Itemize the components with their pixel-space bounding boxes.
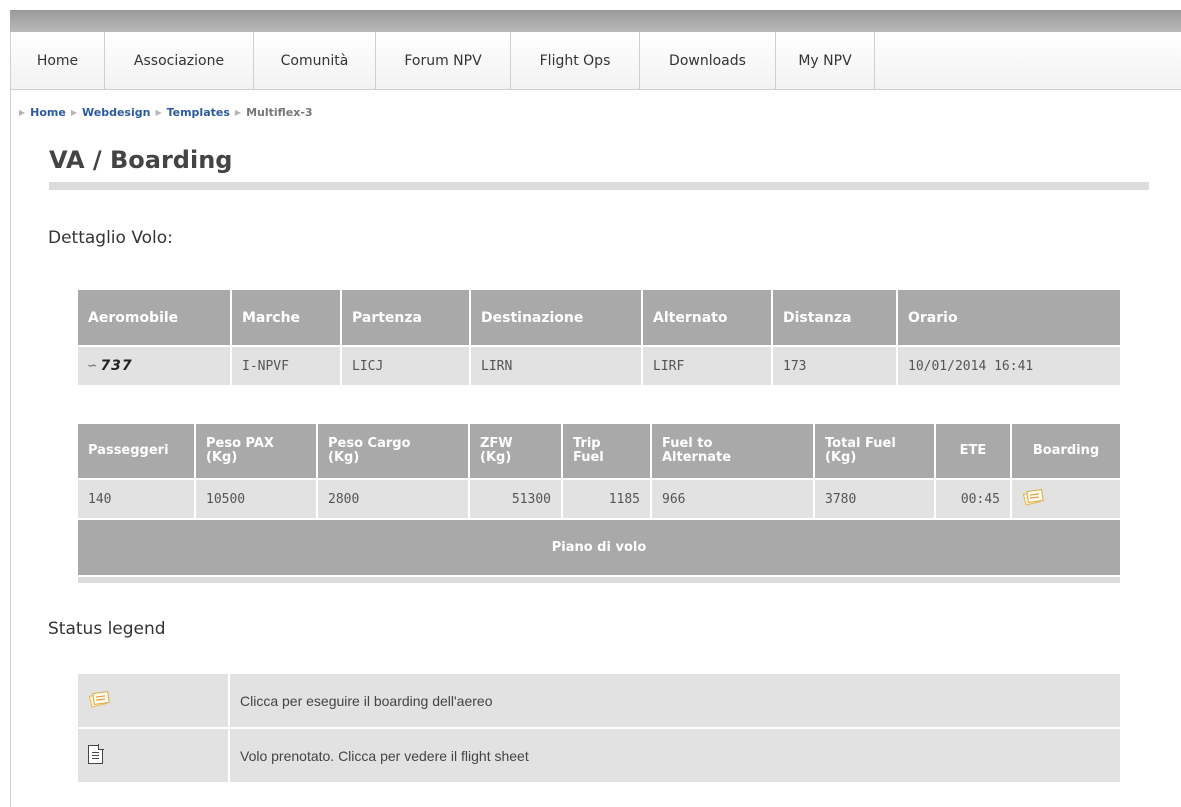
table-header-row: Passeggeri Peso PAX (Kg) Peso Cargo (Kg) Z… [78,424,1120,478]
boeing-logo-icon: ∽ 737 [88,358,133,374]
breadcrumb-templates[interactable]: Templates [167,106,230,119]
boarding-pass-icon [88,690,110,708]
cell-passengers: 140 [78,478,196,518]
nav-item-home[interactable]: Home [11,32,105,90]
nav-item-flight-ops[interactable]: Flight Ops [511,32,640,90]
document-icon [88,743,104,764]
col-header-partenza: Partenza [342,290,471,345]
col-header-destinazione: Destinazione [471,290,643,345]
legend-text-booked: Volo prenotato. Clicca per vedere il fli… [230,727,1120,782]
nav-item-my-npv[interactable]: My NPV [776,32,875,90]
page-container: Home Associazione Comunità Forum NPV Fli… [10,32,1181,807]
table-row: Clicca per eseguire il boarding dell'aer… [78,672,1120,727]
cell-time: 10/01/2014 16:41 [898,345,1120,385]
flight-plan-button[interactable]: Piano di volo [78,520,1120,575]
breadcrumb-webdesign[interactable]: Webdesign [82,106,150,119]
col-header-peso-pax: Peso PAX (Kg) [196,424,318,478]
col-header-boarding: Boarding [1012,424,1120,478]
section-title-flight-detail: Dettaglio Volo: [48,228,173,248]
cell-trip-fuel: 1185 [563,478,652,518]
cell-departure: LICJ [342,345,471,385]
col-header-aeromobile: Aeromobile [78,290,232,345]
cell-distance: 173 [773,345,898,385]
cell-cargo-weight: 2800 [318,478,470,518]
cell-alternate: LIRF [643,345,773,385]
breadcrumb-arrow-icon: ▶ [19,108,26,117]
boeing-swirl-icon: ∽ [88,358,97,374]
col-header-peso-cargo: Peso Cargo (Kg) [318,424,470,478]
col-header-passeggeri: Passeggeri [78,424,196,478]
nav-item-forum-npv[interactable]: Forum NPV [376,32,511,90]
nav-item-comunita[interactable]: Comunità [254,32,376,90]
status-legend-table: Clicca per eseguire il boarding dell'aer… [78,672,1120,782]
breadcrumb-home[interactable]: Home [30,106,66,119]
nav-item-associazione[interactable]: Associazione [105,32,254,90]
cell-registration: I-NPVF [232,345,342,385]
table-row: Volo prenotato. Clicca per vedere il fli… [78,727,1120,782]
col-header-total-fuel: Total Fuel (Kg) [815,424,936,478]
breadcrumb-arrow-icon: ▶ [155,108,162,117]
col-header-distanza: Distanza [773,290,898,345]
breadcrumb-current: Multiflex-3 [246,106,313,119]
legend-icon-cell [78,727,230,782]
title-divider [49,182,1149,190]
col-header-zfw: ZFW (Kg) [470,424,563,478]
breadcrumb-arrow-icon: ▶ [70,108,77,117]
section-title-status-legend: Status legend [48,619,166,639]
col-header-ete: ETE [936,424,1012,478]
cell-total-fuel: 3780 [815,478,936,518]
cell-fuel-to-alternate: 966 [652,478,815,518]
cell-ete: 00:45 [936,478,1012,518]
col-header-trip-fuel: Trip Fuel [563,424,652,478]
browser-top-bar [10,10,1181,32]
flight-detail-table: Aeromobile Marche Partenza Destinazione … [78,290,1120,385]
cell-zfw: 51300 [470,478,563,518]
nav-item-downloads[interactable]: Downloads [640,32,776,90]
cell-boarding [1012,478,1120,518]
load-table: Passeggeri Peso PAX (Kg) Peso Cargo (Kg) Z… [78,424,1120,518]
col-header-alternato: Alternato [643,290,773,345]
breadcrumb: ▶ Home ▶ Webdesign ▶ Templates ▶ Multifl… [19,106,313,119]
col-header-fuel-to-alternate: Fuel to Alternate [652,424,815,478]
page-title: VA / Boarding [49,146,233,174]
boarding-pass-icon[interactable] [1022,488,1044,506]
table-row: 140 10500 2800 51300 1185 966 3780 00:45 [78,478,1120,518]
cell-destination: LIRN [471,345,643,385]
cell-pax-weight: 10500 [196,478,318,518]
col-header-orario: Orario [898,290,1120,345]
main-nav: Home Associazione Comunità Forum NPV Fli… [11,32,1181,90]
breadcrumb-arrow-icon: ▶ [234,108,242,117]
cell-aircraft: ∽ 737 [78,345,232,385]
table-row: ∽ 737 I-NPVF LICJ LIRN LIRF 173 10/01/20… [78,345,1120,385]
legend-text-boarding: Clicca per eseguire il boarding dell'aer… [230,672,1120,727]
table-header-row: Aeromobile Marche Partenza Destinazione … [78,290,1120,345]
flight-plan-divider [78,577,1120,583]
col-header-marche: Marche [232,290,342,345]
aircraft-model: 737 [100,358,133,374]
legend-icon-cell [78,672,230,727]
